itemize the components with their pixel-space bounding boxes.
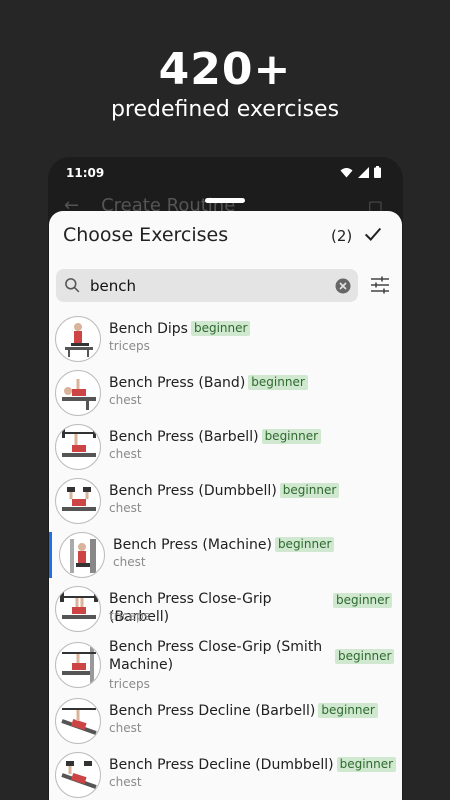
search-input[interactable]: [90, 274, 320, 298]
exercise-thumbnail: [55, 642, 101, 688]
level-badge: beginner: [279, 483, 340, 498]
level-badge: beginner: [274, 537, 335, 552]
exercise-muscle: chest: [109, 721, 142, 735]
exercise-muscle: chest: [109, 501, 142, 515]
exercise-thumbnail: [55, 370, 101, 416]
filter-icon[interactable]: [370, 275, 390, 295]
exercise-thumbnail: [55, 478, 101, 524]
exercise-name: Bench Press (Machine): [113, 537, 272, 553]
level-badge: beginner: [333, 593, 393, 608]
exercise-muscle: triceps: [109, 339, 150, 353]
exercise-row[interactable]: Bench Press (Band) beginner chest: [49, 366, 402, 420]
promo-banner: 420+ predefined exercises: [0, 0, 450, 160]
exercise-name: Bench Press Decline (Dumbbell): [109, 757, 334, 773]
selected-count: (2): [331, 227, 353, 245]
exercise-muscle: chest: [109, 447, 142, 461]
exercise-row[interactable]: Bench Press Close-Grip (Barbell) beginne…: [49, 582, 402, 636]
level-badge: beginner: [336, 757, 397, 772]
promo-subtitle: predefined exercises: [110, 97, 340, 122]
exercise-name: Bench Press (Band): [109, 375, 246, 391]
clear-search-icon[interactable]: [335, 278, 351, 294]
signal-icon: [358, 166, 369, 178]
exercise-row[interactable]: Bench Press Close-Grip (Smith Machine) b…: [49, 636, 402, 694]
exercise-muscle: chest: [109, 393, 142, 407]
exercise-name: Bench Press (Dumbbell): [109, 483, 277, 499]
exercise-thumbnail: [59, 532, 105, 578]
exercise-name: Bench Press (Barbell): [109, 429, 259, 445]
status-time: 11:09: [66, 166, 105, 180]
level-badge: beginner: [318, 703, 378, 718]
exercise-row[interactable]: Bench Press (Dumbbell) beginner chest: [49, 474, 402, 528]
phone-frame: 11:09 ← Create Routine □ Choose Exercises…: [48, 157, 403, 800]
confirm-check-icon[interactable]: [362, 223, 384, 245]
exercise-muscle: chest: [113, 555, 146, 569]
exercise-row-selected[interactable]: Bench Press (Machine) beginner chest: [49, 528, 402, 582]
exercise-name: Bench Dips: [109, 321, 188, 337]
wifi-icon: [340, 167, 353, 177]
sheet-header: Choose Exercises (2): [49, 211, 402, 261]
exercise-thumbnail: [55, 424, 101, 470]
exercise-name: Bench Press Decline (Barbell): [109, 703, 316, 719]
exercise-row[interactable]: Bench Press Decline (Dumbbell) beginner c…: [49, 748, 402, 800]
exercise-muscle: chest: [109, 775, 142, 789]
exercise-thumbnail: [55, 586, 101, 632]
promo-title: 420+: [158, 44, 292, 95]
level-badge: beginner: [190, 321, 251, 336]
level-badge: beginner: [335, 649, 395, 664]
status-bar: 11:09: [48, 157, 403, 191]
exercise-thumbnail: [55, 316, 101, 362]
battery-icon: [374, 166, 381, 178]
status-icons: [340, 166, 381, 178]
level-badge: beginner: [248, 375, 308, 390]
exercise-thumbnail: [55, 698, 101, 744]
exercise-row[interactable]: Bench Press (Barbell) beginner chest: [49, 420, 402, 474]
exercise-row[interactable]: Bench Dips beginner triceps: [49, 312, 402, 366]
sheet-title: Choose Exercises: [63, 224, 229, 246]
search-icon: [65, 278, 80, 293]
search-bar: [56, 269, 358, 302]
exercise-row[interactable]: Bench Press Decline (Barbell) beginner ch…: [49, 694, 402, 748]
selection-indicator: [49, 532, 52, 578]
level-badge: beginner: [261, 429, 322, 444]
choose-exercises-sheet: Choose Exercises (2) bench Bench Dips be…: [49, 211, 402, 800]
sheet-drag-handle[interactable]: [205, 198, 245, 203]
exercise-thumbnail: [55, 752, 101, 798]
exercise-name: Bench Press Close-Grip (Smith Machine): [109, 639, 323, 673]
exercise-muscle: triceps: [109, 677, 150, 691]
exercise-muscle: triceps: [109, 609, 150, 623]
